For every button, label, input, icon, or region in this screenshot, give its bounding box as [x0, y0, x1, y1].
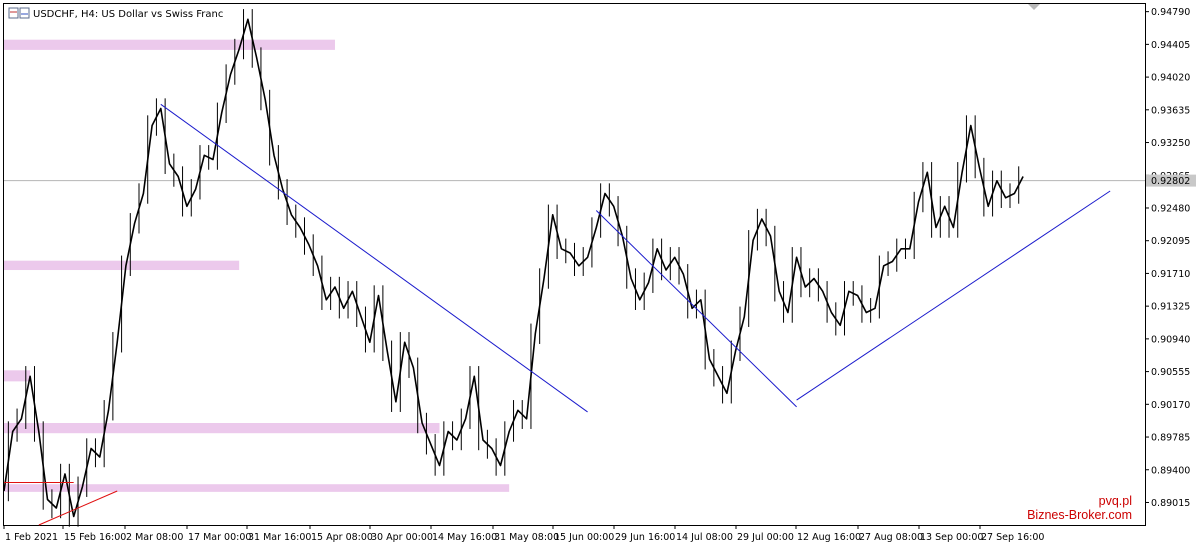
x-tick-label-12: 29 Jul 00:00 [737, 532, 794, 543]
x-tick-label-14: 27 Aug 08:00 [859, 532, 923, 543]
zone-0 [4, 39, 335, 50]
y-tick-label-1: 0.94405 [1151, 40, 1190, 51]
y-tick-label-15: 0.89015 [1151, 498, 1190, 509]
y-tick-label-6: 0.92480 [1151, 203, 1190, 214]
x-tick-label-8: 31 May 08:00 [494, 532, 559, 543]
y-tick-label-2: 0.94020 [1151, 73, 1190, 84]
current-price-label: 0.92802 [1151, 176, 1190, 187]
y-tick-label-12: 0.90170 [1151, 400, 1190, 411]
x-tick-label-5: 15 Apr 08:00 [311, 532, 373, 543]
x-tick-label-7: 14 May 16:00 [432, 532, 497, 543]
x-tick-label-2: 2 Mar 08:00 [126, 532, 183, 543]
x-tick-label-1: 15 Feb 16:00 [64, 532, 126, 543]
y-tick-label-8: 0.91710 [1151, 269, 1190, 280]
y-tick-label-3: 0.93635 [1151, 105, 1190, 116]
chart-title: USDCHF, H4: US Dollar vs Swiss Franc [33, 9, 223, 20]
x-tick-label-9: 15 Jun 00:00 [554, 532, 614, 543]
zone-3 [4, 423, 440, 434]
trading-chart-window: USDCHF, H4: US Dollar vs Swiss Franc 0.9… [3, 3, 1196, 543]
x-tick-label-13: 12 Aug 16:00 [797, 532, 861, 543]
watermark-site: pvq.pl [1099, 494, 1132, 508]
y-tick-label-0: 0.94790 [1151, 7, 1190, 18]
x-tick-label-11: 14 Jul 08:00 [676, 532, 733, 543]
x-tick-label-3: 17 Mar 00:00 [188, 532, 251, 543]
y-tick-label-13: 0.89785 [1151, 433, 1190, 444]
zone-4 [4, 484, 510, 492]
y-axis: 0.94790 0.94405 0.94020 0.93635 0.93250 0.928… [1145, 7, 1196, 509]
x-tick-label-4: 31 Mar 16:00 [248, 532, 311, 543]
x-tick-label-0: 1 Feb 2021 [5, 532, 58, 543]
x-tick-label-15: 13 Sep 00:00 [920, 532, 983, 543]
watermark-broker: Biznes-Broker.com [1027, 508, 1132, 522]
y-tick-label-10: 0.90940 [1151, 334, 1190, 345]
y-tick-label-7: 0.92095 [1151, 236, 1190, 247]
y-tick-label-11: 0.90555 [1151, 367, 1190, 378]
y-tick-label-9: 0.91325 [1151, 302, 1190, 313]
x-tick-label-10: 29 Jun 16:00 [615, 532, 675, 543]
y-tick-label-14: 0.89400 [1151, 465, 1190, 476]
x-tick-label-6: 30 Apr 00:00 [371, 532, 433, 543]
x-tick-label-16: 27 Sep 16:00 [981, 532, 1044, 543]
y-tick-label-4: 0.93250 [1151, 138, 1190, 149]
x-axis: 1 Feb 2021 15 Feb 16:00 2 Mar 08:00 17 Mar … [3, 525, 1044, 543]
